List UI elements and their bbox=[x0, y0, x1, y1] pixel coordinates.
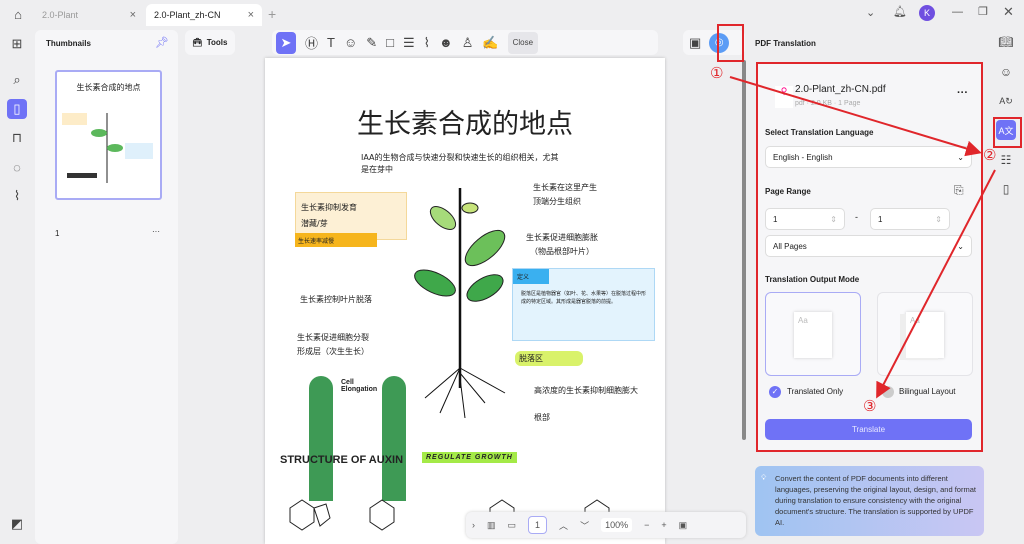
step-marker: ① bbox=[710, 64, 724, 82]
annotation-arrows bbox=[729, 76, 996, 399]
step-marker: ② bbox=[983, 146, 997, 164]
step-marker: ③ bbox=[863, 397, 877, 415]
